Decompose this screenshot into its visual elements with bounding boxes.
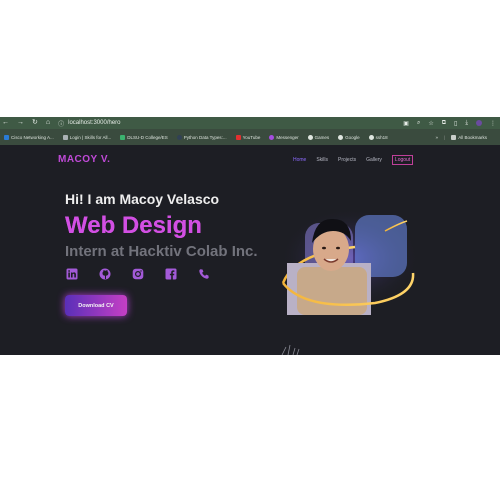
- more-bookmarks-button[interactable]: »: [436, 135, 439, 140]
- sidebar-icon[interactable]: ▯: [454, 120, 457, 127]
- bookmark-item[interactable]: YouTube: [235, 134, 260, 140]
- nav-home[interactable]: Home: [293, 157, 306, 165]
- phone-icon[interactable]: [198, 268, 210, 280]
- download-icon[interactable]: ⤓: [465, 120, 468, 127]
- bookmark-item[interactable]: DLSU-D College/ES: [120, 134, 168, 140]
- bookmark-icon: [62, 134, 68, 140]
- home-icon[interactable]: ⌂: [46, 117, 50, 129]
- nav-projects[interactable]: Projects: [338, 157, 356, 165]
- facebook-icon[interactable]: [165, 268, 177, 280]
- bookmark-item[interactable]: Games: [307, 134, 329, 140]
- star-icon[interactable]: ☆: [428, 120, 433, 127]
- messenger-icon: [269, 134, 275, 140]
- youtube-icon: [235, 134, 241, 140]
- logout-button[interactable]: Logout: [391, 155, 414, 165]
- globe-icon: [368, 134, 374, 140]
- nav-skills[interactable]: Skills: [316, 157, 328, 165]
- top-nav: Home Skills Projects Gallery Logout: [293, 155, 414, 165]
- profile-photo: [280, 208, 420, 315]
- url-field[interactable]: localhost:3000/hero: [68, 120, 120, 126]
- screenshot-icon[interactable]: ▣: [403, 120, 409, 127]
- linkedin-icon[interactable]: [66, 268, 78, 280]
- greeting: Hi! I am Macoy Velasco: [65, 191, 220, 207]
- menu-icon[interactable]: ⋮: [490, 120, 496, 127]
- globe-icon: [307, 134, 313, 140]
- bookmark-item[interactable]: Messenger: [269, 134, 299, 140]
- social-links: [66, 268, 210, 280]
- bookmarks-bar: Cisco Networking A... Login | Skills for…: [0, 129, 500, 145]
- download-cv-button[interactable]: Download CV: [65, 295, 127, 316]
- zoom-icon[interactable]: ⌕: [417, 120, 420, 127]
- subtitle: Intern at Hacktiv Colab Inc.: [65, 243, 258, 260]
- nav-gallery[interactable]: Gallery: [366, 157, 382, 165]
- role-title: Web Design: [65, 212, 202, 239]
- forward-icon[interactable]: →: [17, 117, 24, 129]
- address-bar: ← → ↻ ⌂ ⓘ localhost:3000/hero ▣ ⌕ ☆ ⧉ ▯ …: [0, 117, 500, 129]
- profile-avatar[interactable]: [476, 120, 482, 126]
- github-icon[interactable]: [99, 268, 111, 280]
- globe-icon: [338, 134, 344, 140]
- bookmark-item[interactable]: Cisco Networking A...: [4, 134, 54, 140]
- portfolio-page: MACOY V. Home Skills Projects Gallery Lo…: [0, 145, 500, 355]
- bookmark-item[interactable]: ssh18: [368, 134, 388, 140]
- all-bookmarks-button[interactable]: All Bookmarks: [451, 134, 487, 140]
- bookmark-item[interactable]: Python Data Types:...: [176, 134, 227, 140]
- instagram-icon[interactable]: [132, 268, 144, 280]
- site-info-icon[interactable]: ⓘ: [58, 119, 64, 128]
- site-logo[interactable]: MACOY V.: [58, 154, 110, 165]
- divider: |: [444, 134, 446, 140]
- folder-icon: [451, 134, 457, 140]
- extensions-icon[interactable]: ⧉: [442, 120, 446, 127]
- bookmark-icon: [120, 134, 126, 140]
- back-icon[interactable]: ←: [2, 117, 9, 129]
- reload-icon[interactable]: ↻: [32, 117, 38, 129]
- bookmark-item[interactable]: Google: [338, 134, 360, 140]
- bookmark-item[interactable]: Login | Skills for All...: [62, 134, 111, 140]
- decorative-sparkle-icon: [281, 344, 300, 355]
- bookmark-icon: [4, 134, 9, 140]
- bookmark-icon: [176, 134, 182, 140]
